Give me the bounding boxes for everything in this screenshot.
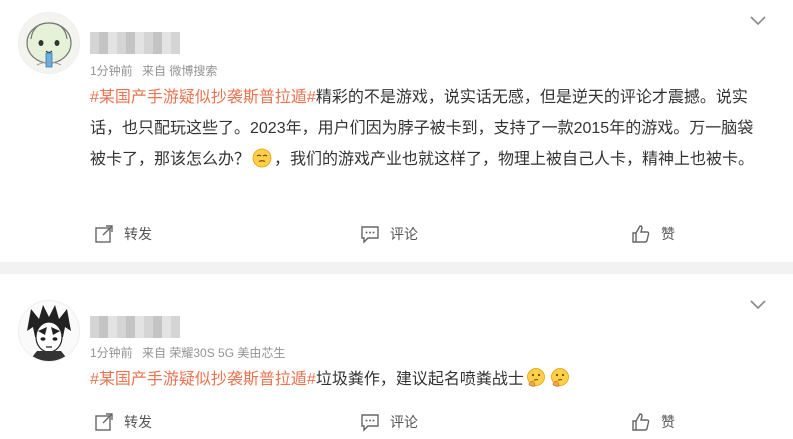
chevron-down-icon[interactable] (749, 296, 767, 314)
thumbs-up-icon (632, 225, 650, 243)
action-bar: 转发 评论 赞 (0, 412, 793, 436)
timestamp: 1分钟前 (90, 64, 133, 78)
like-button[interactable]: 赞 (631, 412, 675, 432)
text-part-1: 垃圾粪作，建议起名喷粪战士 (315, 371, 524, 388)
repost-button[interactable]: 转发 (94, 412, 152, 432)
comment-text: #某国产手游疑似抄袭斯普拉遁#精彩的不是游戏，说实话无感，但是逆天的评论才震撼。… (90, 82, 760, 175)
comment-label: 评论 (390, 414, 418, 430)
cartoon-avatar-image (19, 13, 79, 73)
like-label: 赞 (661, 226, 675, 242)
action-bar: 转发 评论 赞 (0, 224, 793, 248)
source: 来自 微博搜索 (142, 64, 218, 78)
comment-label: 评论 (390, 226, 418, 242)
username-redacted[interactable] (90, 316, 180, 338)
comment-text: #某国产手游疑似抄袭斯普拉遁#垃圾粪作，建议起名喷粪战士 (90, 364, 760, 395)
comment-icon (361, 226, 379, 244)
share-icon (95, 413, 113, 431)
weibo-comment-1: 1分钟前 来自 微博搜索 #某国产手游疑似抄袭斯普拉遁#精彩的不是游戏，说实话无… (0, 0, 793, 262)
post-meta: 1分钟前 来自 微博搜索 (90, 62, 217, 79)
topic-link[interactable]: #某国产手游疑似抄袭斯普拉遁# (90, 89, 316, 106)
like-label: 赞 (661, 414, 675, 430)
share-icon (95, 225, 113, 243)
thinking-face-emoji-icon (526, 368, 545, 387)
repost-button[interactable]: 转发 (94, 224, 152, 244)
comment-button[interactable]: 评论 (360, 224, 418, 244)
thumbs-up-icon (632, 413, 650, 431)
avatar[interactable] (18, 12, 80, 74)
username-redacted[interactable] (90, 32, 180, 54)
squinting-face-emoji-icon (252, 148, 272, 168)
manga-avatar-image (19, 301, 79, 361)
topic-link[interactable]: #某国产手游疑似抄袭斯普拉遁# (90, 371, 316, 388)
weibo-comment-2: 1分钟前 来自 荣耀30S 5G 美由芯生 #某国产手游疑似抄袭斯普拉遁#垃圾粪… (0, 274, 793, 439)
post-divider (0, 262, 793, 274)
avatar[interactable] (18, 300, 80, 362)
text-part-2: ，我们的游戏产业也就这样了，物理上被自己人卡，精神上也被卡。 (274, 151, 755, 168)
like-button[interactable]: 赞 (631, 224, 675, 244)
repost-label: 转发 (124, 414, 152, 430)
source: 来自 荣耀30S 5G 美由芯生 (142, 346, 286, 360)
repost-label: 转发 (124, 226, 152, 242)
post-meta: 1分钟前 来自 荣耀30S 5G 美由芯生 (90, 344, 285, 361)
chevron-down-icon[interactable] (749, 12, 767, 30)
comment-icon (361, 414, 379, 432)
timestamp: 1分钟前 (90, 346, 133, 360)
comment-button[interactable]: 评论 (360, 412, 418, 432)
thinking-face-emoji-icon (550, 368, 569, 387)
